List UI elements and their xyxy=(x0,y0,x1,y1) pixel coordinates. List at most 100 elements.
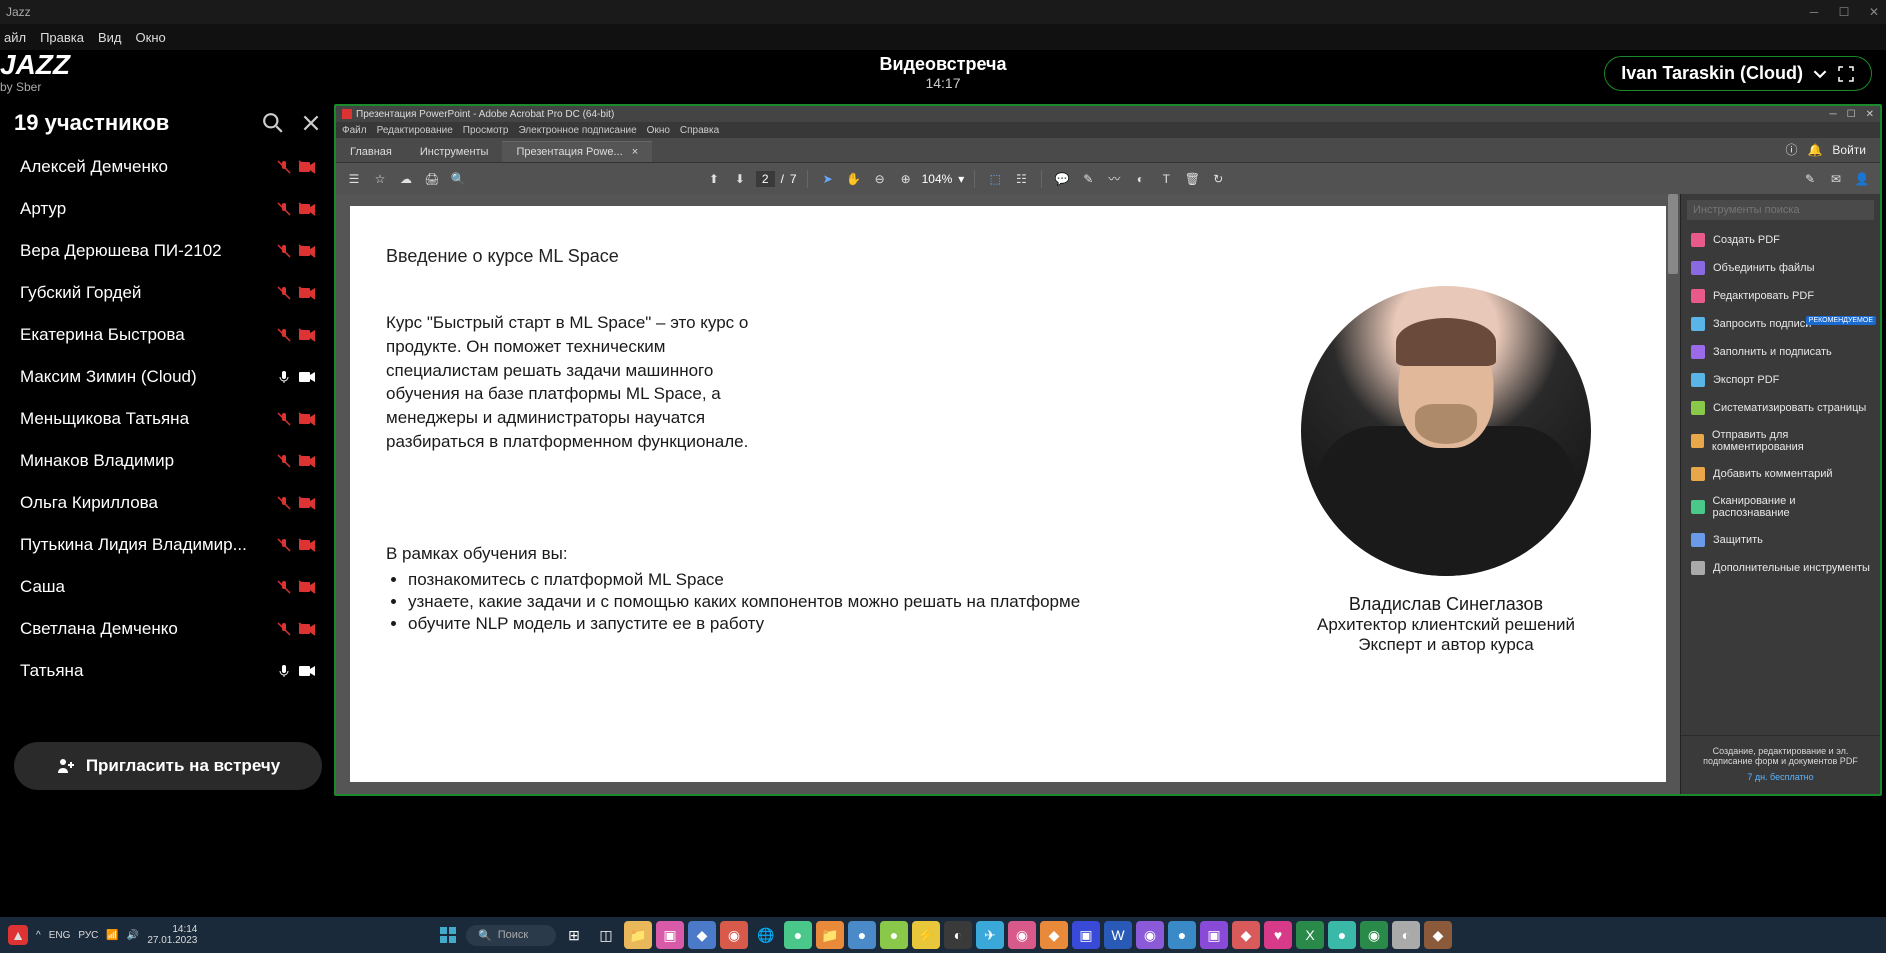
tab-document[interactable]: Презентация Powe... × xyxy=(502,141,652,162)
participant-row[interactable]: Саша xyxy=(14,568,322,606)
draw-icon[interactable]: 〰 xyxy=(1104,169,1124,189)
acro-menu-sign[interactable]: Электронное подписание xyxy=(518,125,636,136)
trial-link[interactable]: 7 дн. бесплатно xyxy=(1689,772,1872,782)
app-icon[interactable]: ◉ xyxy=(1008,921,1036,949)
wifi-icon[interactable]: 📶 xyxy=(106,930,118,941)
app-icon[interactable]: ▣ xyxy=(656,921,684,949)
sign-icon[interactable]: ✎ xyxy=(1800,169,1820,189)
app-icon[interactable]: ◆ xyxy=(1040,921,1068,949)
fullscreen-icon[interactable] xyxy=(1837,65,1855,83)
document-viewport[interactable]: Введение о курсе ML Space Курс "Быстрый … xyxy=(336,194,1680,794)
refresh-icon[interactable]: ↻ xyxy=(1208,169,1228,189)
close-panel-icon[interactable] xyxy=(300,112,322,134)
scrollbar-handle[interactable] xyxy=(1668,194,1678,274)
cloud-icon[interactable]: ☁ xyxy=(396,169,416,189)
zoom-level[interactable]: 104% xyxy=(922,172,953,186)
app-icon[interactable]: ♥ xyxy=(1264,921,1292,949)
menu-edit[interactable]: Правка xyxy=(40,30,84,45)
acro-menu-edit[interactable]: Редактирование xyxy=(377,125,453,136)
participant-row[interactable]: Алексей Демченко xyxy=(14,148,322,186)
taskbar-search[interactable]: 🔍Поиск xyxy=(466,925,556,946)
participant-row[interactable]: Меньщикова Татьяна xyxy=(14,400,322,438)
tray-lang[interactable]: ENG xyxy=(49,930,71,941)
tool-item[interactable]: Заполнить и подписать xyxy=(1681,338,1880,366)
minimize-icon[interactable]: ─ xyxy=(1808,6,1820,18)
menu-file[interactable]: айл xyxy=(4,30,26,45)
tool-item[interactable]: Объединить файлы xyxy=(1681,254,1880,282)
tool-item[interactable]: Дополнительные инструменты xyxy=(1681,554,1880,582)
acro-menu-view[interactable]: Просмотр xyxy=(463,125,509,136)
share-icon[interactable]: 👤 xyxy=(1852,169,1872,189)
telegram-icon[interactable]: ✈ xyxy=(976,921,1004,949)
xbox-icon[interactable]: ◉ xyxy=(1360,921,1388,949)
app-icon[interactable]: ● xyxy=(1328,921,1356,949)
acro-menu-help[interactable]: Справка xyxy=(680,125,719,136)
sidebar-toggle-icon[interactable]: ☰ xyxy=(344,169,364,189)
word-icon[interactable]: W xyxy=(1104,921,1132,949)
page-layout-icon[interactable]: ☷ xyxy=(1011,169,1031,189)
participant-row[interactable]: Ольга Кириллова xyxy=(14,484,322,522)
app-icon[interactable]: ● xyxy=(1168,921,1196,949)
page-down-icon[interactable]: ⬇ xyxy=(730,169,750,189)
search-icon[interactable] xyxy=(262,112,284,134)
participant-row[interactable]: Артур xyxy=(14,190,322,228)
tools-search-input[interactable] xyxy=(1687,200,1874,220)
invite-button[interactable]: Пригласить на встречу xyxy=(14,742,322,790)
app-icon[interactable]: ◐ xyxy=(1392,921,1420,949)
text-icon[interactable]: T xyxy=(1156,169,1176,189)
print-icon[interactable]: 🖨 xyxy=(422,169,442,189)
menu-window[interactable]: Окно xyxy=(136,30,166,45)
bell-icon[interactable]: 🔔 xyxy=(1807,143,1822,157)
zoom-dropdown-icon[interactable]: ▾ xyxy=(958,172,964,186)
app-icon[interactable]: ◆ xyxy=(688,921,716,949)
chevron-up-icon[interactable]: ^ xyxy=(36,930,41,941)
participant-row[interactable]: Татьяна xyxy=(14,652,322,690)
tab-home[interactable]: Главная xyxy=(336,142,406,162)
select-icon[interactable]: ⬚ xyxy=(985,169,1005,189)
app-icon[interactable]: ● xyxy=(880,921,908,949)
trash-icon[interactable]: 🗑 xyxy=(1182,169,1202,189)
participant-row[interactable]: Минаков Владимир xyxy=(14,442,322,480)
tool-item[interactable]: Редактировать PDF xyxy=(1681,282,1880,310)
mail-icon[interactable]: ✉ xyxy=(1826,169,1846,189)
participant-row[interactable]: Путькина Лидия Владимир... xyxy=(14,526,322,564)
comment-icon[interactable]: 💬 xyxy=(1052,169,1072,189)
tool-item[interactable]: Экспорт PDF xyxy=(1681,366,1880,394)
app-icon[interactable]: ▣ xyxy=(1072,921,1100,949)
participant-row[interactable]: Максим Зимин (Cloud) xyxy=(14,358,322,396)
acrobat-close-icon[interactable]: ✕ xyxy=(1866,109,1874,120)
excel-icon[interactable]: X xyxy=(1296,921,1324,949)
app-icon[interactable]: ◆ xyxy=(1232,921,1260,949)
app-icon[interactable]: ◉ xyxy=(720,921,748,949)
taskview-icon[interactable]: ⊞ xyxy=(560,921,588,949)
app-icon[interactable]: ● xyxy=(848,921,876,949)
participant-row[interactable]: Губский Гордей xyxy=(14,274,322,312)
participant-row[interactable]: Светлана Демченко xyxy=(14,610,322,648)
tool-item[interactable]: Запросить подписиРЕКОМЕНДУЕМОЕ xyxy=(1681,310,1880,338)
tool-item[interactable]: Систематизировать страницы xyxy=(1681,394,1880,422)
tool-item[interactable]: Отправить для комментирования xyxy=(1681,422,1880,460)
pointer-icon[interactable]: ➤ xyxy=(818,169,838,189)
tool-item[interactable]: Сканирование и распознавание xyxy=(1681,488,1880,526)
close-icon[interactable]: ✕ xyxy=(1868,6,1880,18)
hand-icon[interactable]: ✋ xyxy=(844,169,864,189)
chevron-down-icon[interactable] xyxy=(1813,67,1827,81)
tool-item[interactable]: Создать PDF xyxy=(1681,226,1880,254)
participant-row[interactable]: Вера Дерюшева ПИ-2102 xyxy=(14,232,322,270)
highlight-icon[interactable]: ✎ xyxy=(1078,169,1098,189)
app-icon[interactable]: ▣ xyxy=(1200,921,1228,949)
login-button[interactable]: Войти xyxy=(1832,143,1866,157)
tray-icon[interactable]: ▲ xyxy=(8,925,28,945)
participant-row[interactable]: Екатерина Быстрова xyxy=(14,316,322,354)
app-icon[interactable]: ◐ xyxy=(944,921,972,949)
erase-icon[interactable]: ◐ xyxy=(1130,169,1150,189)
find-icon[interactable]: 🔍 xyxy=(448,169,468,189)
tool-item[interactable]: Защитить xyxy=(1681,526,1880,554)
tray-kb[interactable]: РУС xyxy=(78,930,98,941)
app-icon[interactable]: ◉ xyxy=(1136,921,1164,949)
page-current[interactable]: 2 xyxy=(756,171,775,187)
tool-item[interactable]: Добавить комментарий xyxy=(1681,460,1880,488)
acro-menu-file[interactable]: Файл xyxy=(342,125,367,136)
app-icon[interactable]: 📁 xyxy=(816,921,844,949)
acro-menu-window[interactable]: Окно xyxy=(647,125,670,136)
